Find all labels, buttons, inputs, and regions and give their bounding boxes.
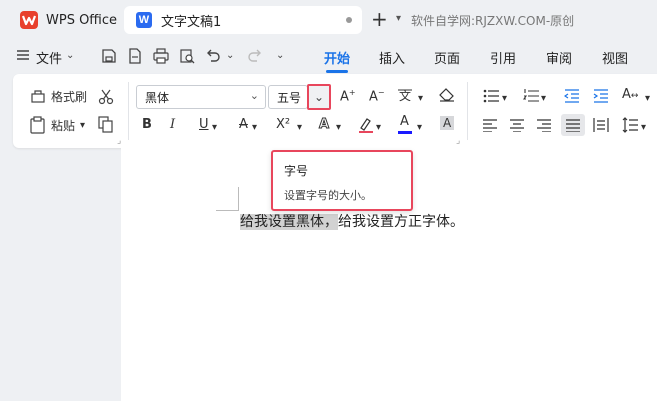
watermark-text: 软件自学网:RJZXW.COM-原创 <box>411 14 575 28</box>
cut-icon[interactable] <box>97 88 115 110</box>
font-name-value: 黑体 <box>145 90 170 105</box>
bullet-list-icon[interactable] <box>483 89 499 107</box>
menu-bar: 文件 ⌄ ⌄ ⌄ 开始 插入 页面 引用 审阅 视图 <box>0 40 657 73</box>
font-color-swatch <box>398 131 412 134</box>
file-menu[interactable]: 文件 <box>36 48 62 67</box>
paste-icon[interactable] <box>30 116 46 138</box>
grow-font-icon[interactable]: A+ <box>340 88 356 104</box>
highlight-dropdown-icon[interactable]: ▾ <box>376 120 381 136</box>
undo-dropdown-icon[interactable]: ⌄ <box>226 48 234 64</box>
home-ribbon: 格式刷 粘贴 ▾ ⌟ 黑体 ⌄ 五号 ⌄ A+ A− 文 ▾ B I U ▾ A… <box>13 74 657 148</box>
paste-button[interactable]: 粘贴 <box>51 118 75 134</box>
font-name-chevron-icon[interactable]: ⌄ <box>250 89 259 102</box>
increase-indent-icon[interactable] <box>593 89 609 107</box>
hamburger-menu-icon[interactable] <box>16 48 30 64</box>
change-case-icon[interactable]: A↔ <box>622 87 638 102</box>
wps-logo-icon <box>20 11 38 29</box>
margin-corner-mark <box>216 210 238 211</box>
tooltip-description: 设置字号的大小。 <box>284 189 372 202</box>
quick-access-more-icon[interactable]: ⌄ <box>276 48 284 64</box>
phonetic-dropdown-icon[interactable]: ▾ <box>418 91 423 107</box>
text-effect-dropdown-icon[interactable]: ▾ <box>336 120 341 136</box>
unsaved-dot-icon[interactable] <box>346 17 352 23</box>
tab-review[interactable]: 审阅 <box>546 48 572 67</box>
file-menu-chevron-icon[interactable]: ⌄ <box>66 48 74 64</box>
writer-doc-icon: W <box>136 12 152 28</box>
tab-reference[interactable]: 引用 <box>490 48 516 67</box>
font-size-combo[interactable]: 五号 <box>268 85 308 109</box>
font-size-value: 五号 <box>277 90 302 105</box>
text-effect-button[interactable]: A <box>318 117 329 133</box>
copy-icon[interactable] <box>98 116 114 138</box>
numbered-list-icon[interactable] <box>522 89 539 107</box>
tab-home[interactable]: 开始 <box>324 48 350 73</box>
font-name-combo[interactable]: 黑体 ⌄ <box>136 85 266 109</box>
document-tab-title: 文字文稿1 <box>161 14 222 30</box>
font-color-button[interactable]: A <box>398 114 412 134</box>
clipboard-launcher-icon[interactable]: ⌟ <box>117 136 121 146</box>
justify-icon[interactable] <box>566 118 580 136</box>
strikethrough-button[interactable]: A <box>239 117 248 132</box>
strikethrough-dropdown-icon[interactable]: ▾ <box>252 120 257 136</box>
chevron-down-icon: ⌄ <box>313 90 325 104</box>
title-bar: WPS Office W 文字文稿1 + ▾ 软件自学网:RJZXW.COM-原… <box>0 0 657 40</box>
font-color-dropdown-icon[interactable]: ▾ <box>417 120 422 136</box>
paragraph-text[interactable]: 给我设置方正字体。 <box>338 214 464 230</box>
underline-button[interactable]: U <box>199 117 209 132</box>
decrease-indent-icon[interactable] <box>563 89 580 107</box>
format-painter-icon[interactable] <box>30 88 46 108</box>
tab-page[interactable]: 页面 <box>434 48 460 67</box>
save-icon[interactable] <box>101 48 117 64</box>
font-size-tooltip: 字号 设置字号的大小。 <box>271 150 413 211</box>
font-launcher-icon[interactable]: ⌟ <box>456 136 460 146</box>
tooltip-title: 字号 <box>284 164 309 178</box>
tab-view[interactable]: 视图 <box>602 48 628 67</box>
font-color-letter: A <box>400 114 409 129</box>
margin-corner-mark <box>238 187 239 211</box>
new-tab-dropdown-icon[interactable]: ▾ <box>396 13 401 24</box>
undo-icon[interactable] <box>205 48 221 64</box>
app-name: WPS Office <box>46 12 118 28</box>
new-tab-button[interactable]: + <box>371 9 388 29</box>
superscript-dropdown-icon[interactable]: ▾ <box>297 120 302 136</box>
underline-dropdown-icon[interactable]: ▾ <box>212 120 217 136</box>
align-center-icon[interactable] <box>510 118 524 136</box>
format-painter-button[interactable]: 格式刷 <box>51 89 87 105</box>
tab-insert[interactable]: 插入 <box>379 48 405 67</box>
numbered-dropdown-icon[interactable]: ▾ <box>541 91 546 107</box>
line-spacing-icon[interactable] <box>622 117 638 137</box>
phonetic-guide-icon[interactable]: 文 <box>397 86 419 108</box>
document-paragraph[interactable]: 给我设置黑体，给我设置方正字体。 <box>240 211 464 231</box>
character-shading-button[interactable]: A <box>440 116 455 130</box>
paste-dropdown-icon[interactable]: ▾ <box>80 118 85 134</box>
bullet-dropdown-icon[interactable]: ▾ <box>502 91 507 107</box>
separator <box>467 82 468 140</box>
change-case-dropdown-icon[interactable]: ▾ <box>645 91 650 107</box>
wps-office-tab[interactable]: WPS Office <box>8 6 118 34</box>
export-pdf-icon[interactable] <box>127 48 143 64</box>
align-left-icon[interactable] <box>483 118 497 136</box>
line-spacing-dropdown-icon[interactable]: ▾ <box>641 120 646 136</box>
print-icon[interactable] <box>153 48 169 64</box>
clear-format-icon[interactable] <box>438 87 456 107</box>
italic-button[interactable]: I <box>170 117 175 132</box>
superscript-button[interactable]: X² <box>276 117 290 132</box>
separator <box>128 82 129 140</box>
highlight-pen-icon[interactable] <box>357 116 375 138</box>
document-tab[interactable]: W 文字文稿1 <box>124 6 362 34</box>
bold-button[interactable]: B <box>142 117 152 132</box>
redo-icon[interactable] <box>247 48 263 64</box>
print-preview-icon[interactable] <box>179 48 195 64</box>
align-right-icon[interactable] <box>537 118 551 136</box>
selected-text[interactable]: 给我设置黑体， <box>240 214 338 230</box>
distributed-align-icon[interactable] <box>593 117 609 137</box>
font-size-dropdown-button[interactable]: ⌄ <box>307 84 331 110</box>
shrink-font-icon[interactable]: A− <box>369 88 385 104</box>
